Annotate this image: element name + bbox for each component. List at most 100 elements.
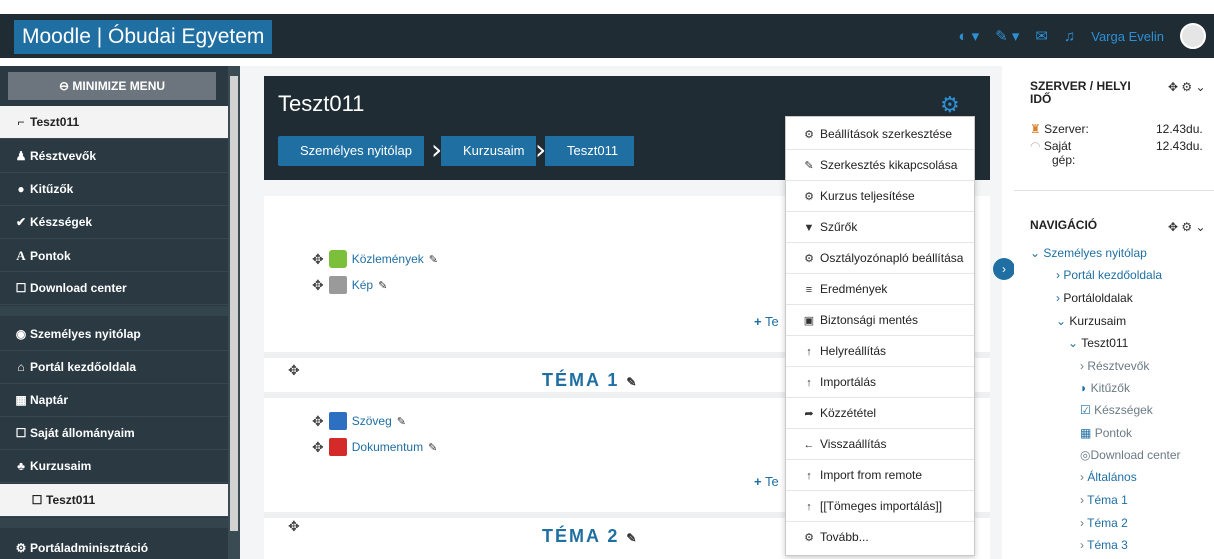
nav-item-course[interactable]: ⌄ Teszt011 bbox=[1068, 336, 1128, 350]
menu-item-more[interactable]: ⚙ Tovább... bbox=[786, 522, 974, 553]
activity-link[interactable]: Dokumentum bbox=[352, 440, 423, 454]
nav-item-grades[interactable]: ▦ Pontok bbox=[1080, 426, 1132, 440]
nav-item-badges[interactable]: ◗ Kitűzők bbox=[1080, 381, 1130, 395]
sidebar-item-competencies[interactable]: ✔ Készségek bbox=[0, 206, 228, 239]
sidebar-item-course-teszt011[interactable]: ☐ Teszt011 bbox=[0, 484, 228, 517]
menu-item-publish[interactable]: ➦ Közzététel bbox=[786, 398, 974, 429]
menu-item-gradebook-setup[interactable]: ⚙ Osztályozónapló beállítása bbox=[786, 243, 974, 274]
add-activity-link[interactable]: + Te bbox=[754, 474, 779, 489]
navbar-right: ◐ ▾ ✎ ▾ ✉ ♫ Varga Evelin bbox=[958, 20, 1206, 52]
sitemap-icon: ♣ bbox=[17, 459, 25, 473]
activity-link[interactable]: Szöveg bbox=[352, 414, 392, 428]
server-time-value: 12.43du. bbox=[1156, 122, 1203, 136]
breadcrumb-item-dashboard[interactable]: Személyes nyitólap bbox=[278, 136, 424, 166]
sidebar-item-site-home[interactable]: ⌂ Portál kezdőoldala bbox=[0, 351, 228, 384]
pencil-icon[interactable]: ✎ bbox=[626, 531, 636, 545]
paintbrush-icon[interactable]: ✎ ▾ bbox=[995, 27, 1019, 45]
server-icon: ♜ bbox=[1030, 122, 1041, 136]
activity-link[interactable]: Kép bbox=[352, 278, 373, 292]
sidebar-item-dashboard[interactable]: ◉ Személyes nyitólap bbox=[0, 318, 228, 351]
pencil-icon[interactable]: ✎ bbox=[397, 415, 406, 428]
menu-item-restore[interactable]: ↑ Helyreállítás bbox=[786, 336, 974, 367]
menu-item-edit-settings[interactable]: ⚙ Beállítások szerkesztése bbox=[786, 119, 974, 150]
add-activity-link[interactable]: + Te bbox=[754, 314, 779, 329]
home-icon: ⌂ bbox=[17, 360, 25, 374]
sidebar-item-site-admin[interactable]: ⚙ Portáladminisztráció bbox=[0, 532, 228, 559]
upload-icon: ↑ bbox=[806, 346, 812, 358]
menu-item-filters[interactable]: ▼ Szűrők bbox=[786, 212, 974, 243]
breadcrumb-item-course[interactable]: Teszt011 bbox=[545, 136, 635, 166]
bell-icon[interactable]: ♫ bbox=[1064, 28, 1075, 45]
sidebar-item-my-courses[interactable]: ♣ Kurzusaim bbox=[0, 450, 228, 483]
page-title: Teszt011 bbox=[278, 91, 365, 116]
sidebar-item-badges[interactable]: ● Kitűzők bbox=[0, 173, 228, 206]
move-icon[interactable]: ✥ bbox=[312, 277, 324, 294]
breadcrumb-item-my-courses[interactable]: Kurzusaim bbox=[441, 136, 537, 166]
cog-icon: ⚙ bbox=[804, 532, 814, 544]
sidebar-separator bbox=[0, 518, 228, 528]
sidebar-separator bbox=[0, 306, 228, 316]
course-settings-cog-icon[interactable]: ⚙ bbox=[940, 92, 960, 118]
move-icon[interactable]: ✥ bbox=[312, 251, 324, 268]
move-icon[interactable]: ✥ bbox=[312, 439, 324, 456]
menu-item-course-completion[interactable]: ⚙ Kurzus teljesítése bbox=[786, 181, 974, 212]
nav-item-dashboard[interactable]: ⌄ Személyes nyitólap bbox=[1030, 246, 1147, 260]
menu-item-turn-editing-off[interactable]: ✎ Szerkesztés kikapcsolása bbox=[786, 150, 974, 181]
pencil-icon[interactable]: ✎ bbox=[378, 279, 387, 292]
sidebar-scrollbar[interactable] bbox=[228, 66, 240, 559]
activity-document: ✥ Dokumentum ✎ bbox=[312, 438, 437, 456]
envelope-icon[interactable]: ✉ bbox=[1035, 27, 1048, 45]
sidebar-item-course[interactable]: ⌐ Teszt011 bbox=[0, 106, 228, 139]
menu-item-import[interactable]: ↑ Importálás bbox=[786, 367, 974, 398]
badge-icon: ● bbox=[17, 182, 25, 196]
globe-icon[interactable]: ◐ ▾ bbox=[958, 27, 979, 45]
menu-item-import-from-remote[interactable]: ↑ Import from remote bbox=[786, 460, 974, 491]
nav-item-competencies[interactable]: ☑ Készségek bbox=[1080, 403, 1153, 417]
move-icon[interactable]: ✥ bbox=[1168, 220, 1178, 234]
upload-icon: ↑ bbox=[806, 470, 812, 482]
avatar[interactable] bbox=[1180, 23, 1206, 49]
upload-icon: ↑ bbox=[806, 377, 812, 389]
check-circle-icon: ✔ bbox=[15, 215, 27, 229]
folder-icon: ☐ bbox=[31, 493, 43, 507]
pencil-icon[interactable]: ✎ bbox=[428, 441, 437, 454]
nav-item-my-courses[interactable]: ⌄ Kurzusaim bbox=[1056, 314, 1126, 328]
minimize-menu-button[interactable]: ⊖ MINIMIZE MENU bbox=[8, 72, 216, 100]
nav-item-topic2[interactable]: › Téma 2 bbox=[1080, 516, 1128, 530]
cog-icon[interactable]: ⚙ bbox=[1181, 80, 1192, 94]
chevron-down-icon[interactable]: ⌄ bbox=[1196, 80, 1206, 94]
menu-item-bulk-import[interactable]: ↑ [[Tömeges importálás]] bbox=[786, 491, 974, 522]
share-icon: ➦ bbox=[804, 408, 814, 420]
menu-item-reset[interactable]: ← Visszaállítás bbox=[786, 429, 974, 460]
cog-icon[interactable]: ⚙ bbox=[1181, 220, 1192, 234]
move-icon[interactable]: ✥ bbox=[312, 413, 324, 430]
nav-item-participants[interactable]: › Résztvevők bbox=[1080, 359, 1149, 373]
nav-item-general[interactable]: › Általános bbox=[1080, 470, 1137, 484]
user-name[interactable]: Varga Evelin bbox=[1091, 29, 1164, 44]
menu-item-backup[interactable]: ▣ Biztonsági mentés bbox=[786, 305, 974, 336]
menu-item-outcomes[interactable]: ≡ Eredmények bbox=[786, 274, 974, 305]
sidebar-item-download-center[interactable]: ☐ Download center bbox=[0, 272, 228, 305]
nav-item-download-center[interactable]: ◎Download center bbox=[1080, 448, 1181, 462]
sidebar-item-participants[interactable]: ♟ Résztvevők bbox=[0, 140, 228, 173]
nav-item-topic1[interactable]: › Téma 1 bbox=[1080, 493, 1128, 507]
sidebar-item-grades[interactable]: A Pontok bbox=[0, 239, 228, 272]
sidebar-item-private-files[interactable]: ☐ Saját állományaim bbox=[0, 417, 228, 450]
folder-icon: ☐ bbox=[15, 426, 27, 440]
pencil-icon[interactable]: ✎ bbox=[626, 375, 636, 389]
nav-item-site-home[interactable]: › Portál kezdőoldala bbox=[1056, 268, 1162, 282]
pencil-icon[interactable]: ✎ bbox=[429, 253, 438, 266]
activity-link[interactable]: Közlemények bbox=[352, 252, 424, 266]
move-icon[interactable]: ✥ bbox=[1168, 80, 1178, 94]
right-blocks: SZERVER / HELYI IDŐ ✥ ⚙ ⌄ ♜ Szerver: 12.… bbox=[1014, 66, 1214, 559]
chevron-right-icon[interactable]: › bbox=[993, 258, 1015, 280]
move-icon[interactable]: ✥ bbox=[288, 362, 300, 379]
sidebar-item-calendar[interactable]: ▦ Naptár bbox=[0, 384, 228, 417]
nav-item-site-pages[interactable]: › Portáloldalak bbox=[1056, 291, 1133, 305]
nav-item-topic3[interactable]: › Téma 3 bbox=[1080, 538, 1128, 552]
scrollbar-thumb[interactable] bbox=[230, 76, 238, 531]
chevron-down-icon[interactable]: ⌄ bbox=[1196, 220, 1206, 234]
site-brand[interactable]: Moodle | Óbudai Egyetem bbox=[14, 20, 273, 54]
move-icon[interactable]: ✥ bbox=[288, 518, 300, 535]
backup-icon: ▣ bbox=[803, 315, 815, 327]
